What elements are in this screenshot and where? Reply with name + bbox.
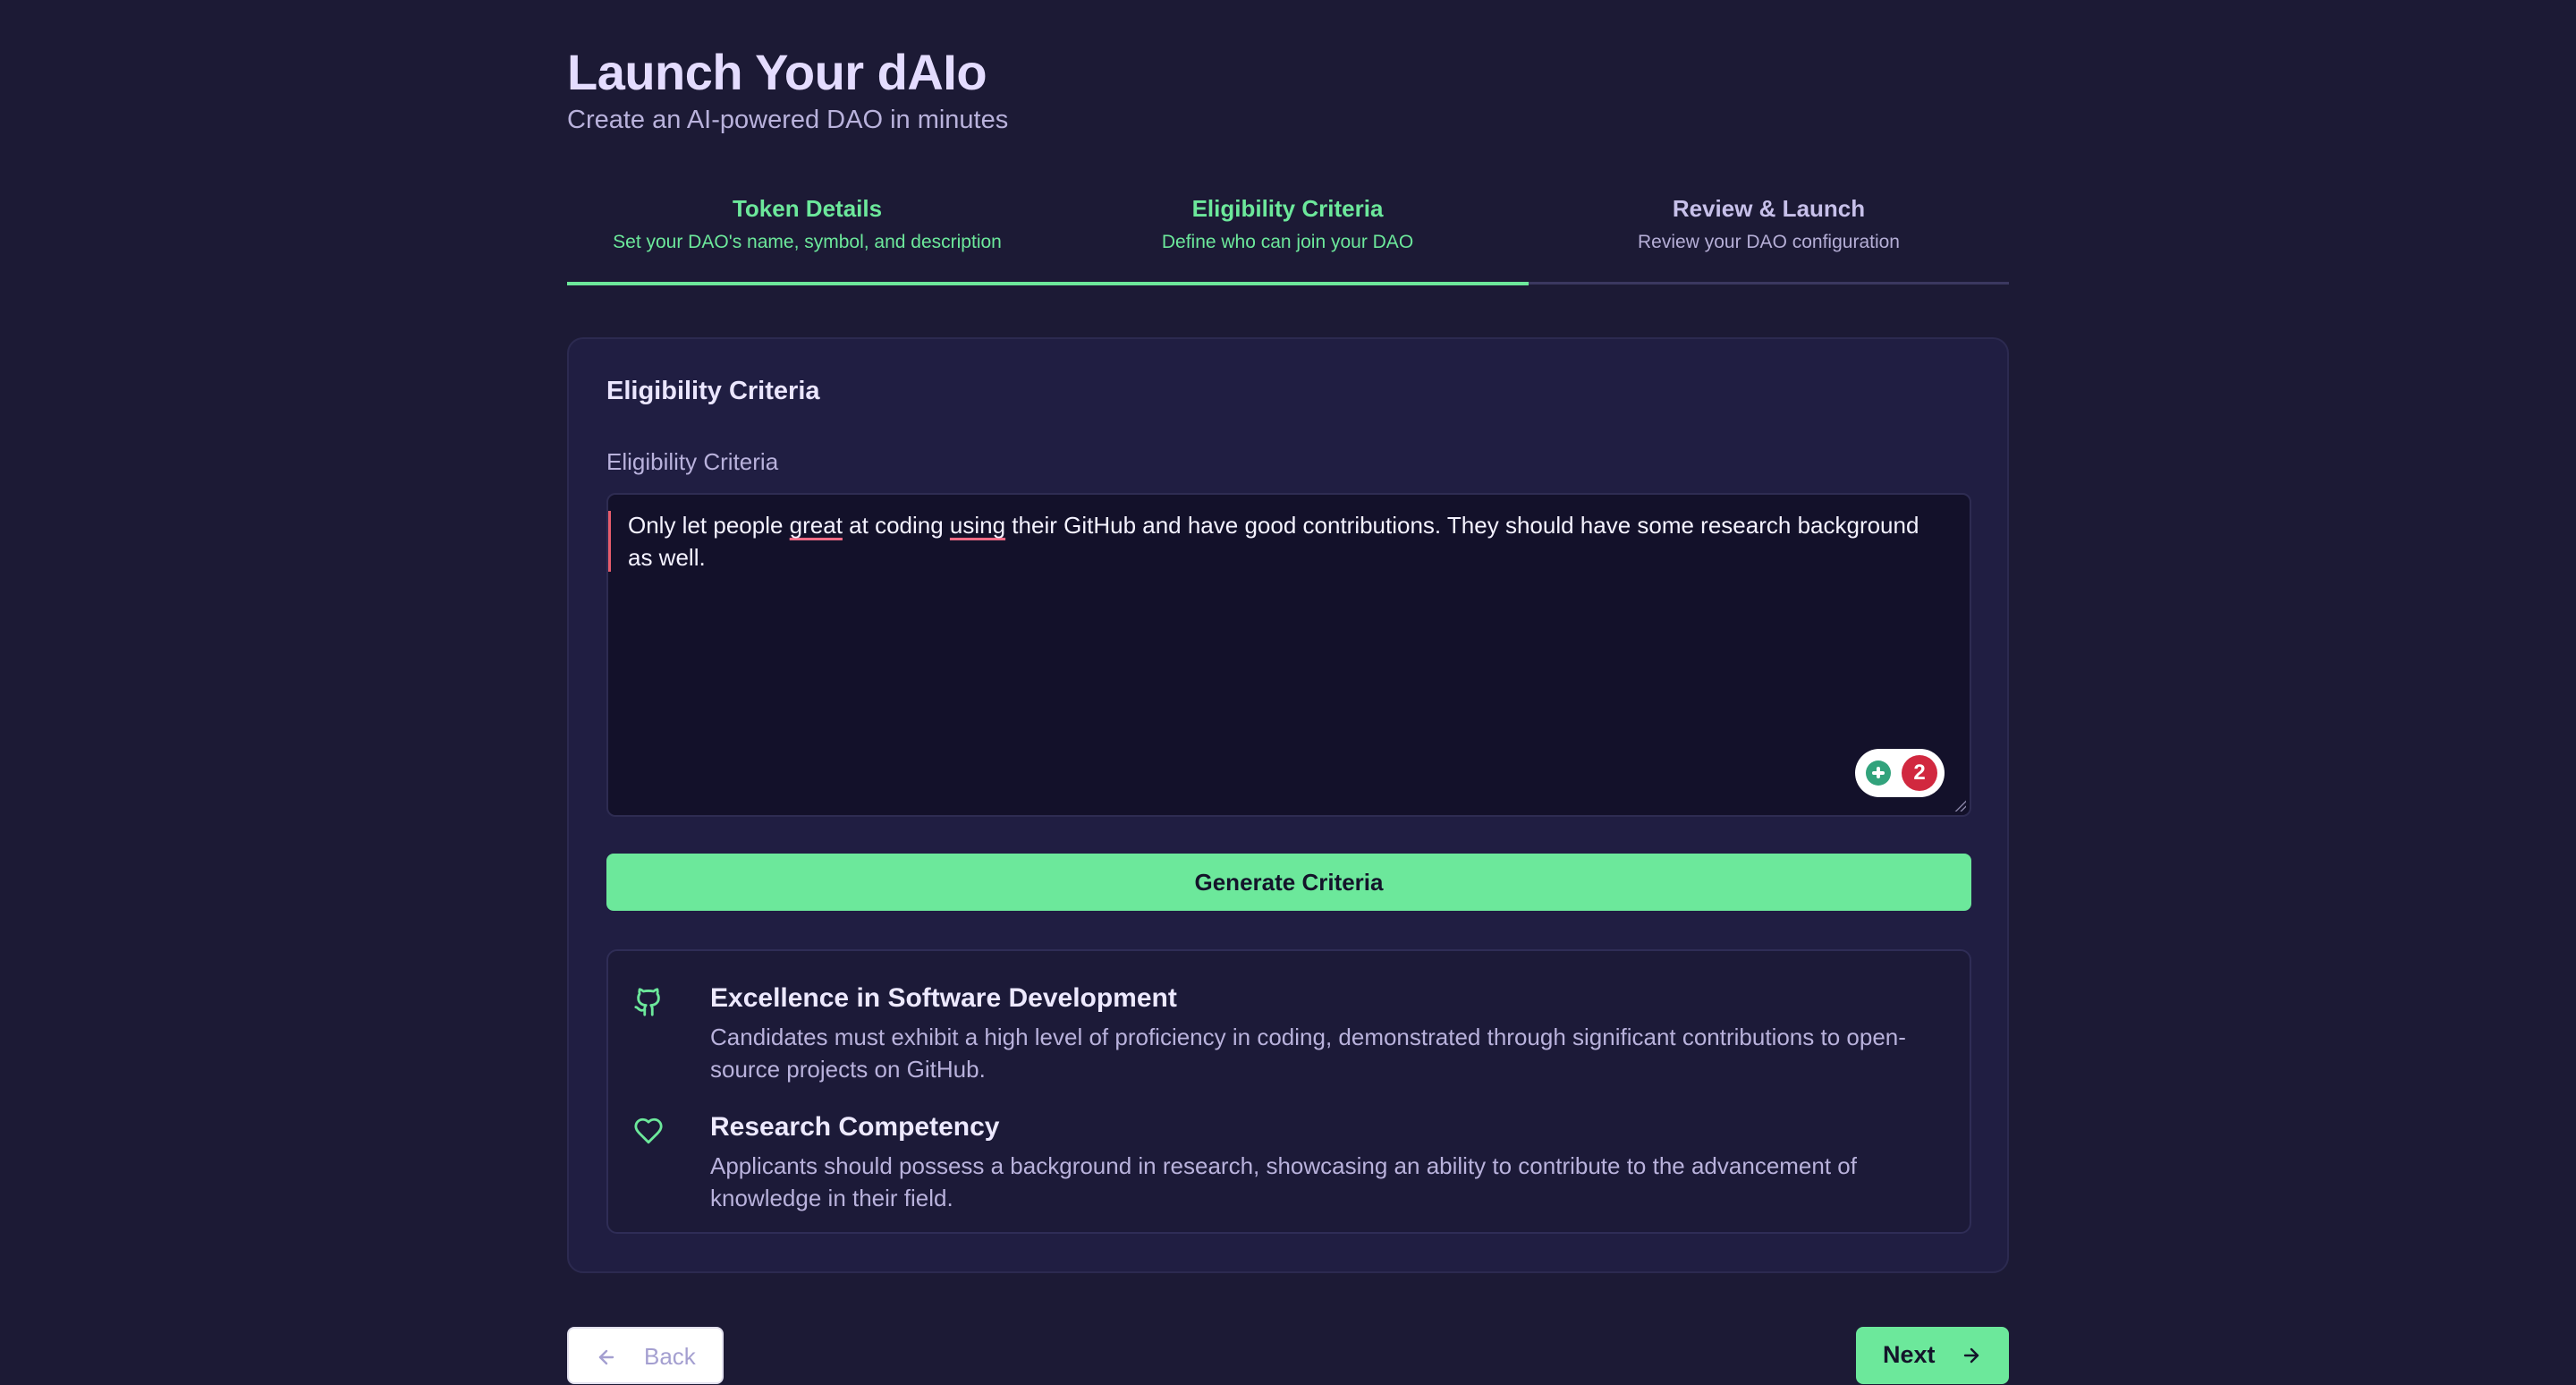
arrow-right-icon	[1963, 1347, 1979, 1364]
eligibility-card: Eligibility Criteria Eligibility Criteri…	[567, 337, 2009, 1273]
grammarly-icon	[1866, 760, 1891, 786]
textarea-content: Only let people great at coding using th…	[628, 512, 1919, 571]
criteria-title: Excellence in Software Development	[710, 983, 1177, 1013]
generate-criteria-button[interactable]: Generate Criteria	[606, 854, 1971, 911]
step-token-details[interactable]: Token Details Set your DAO's name, symbo…	[567, 188, 1047, 286]
back-button[interactable]: Back	[567, 1327, 724, 1384]
back-button-label: Back	[644, 1343, 696, 1370]
stepper: Token Details Set your DAO's name, symbo…	[567, 188, 2009, 286]
page-subtitle: Create an AI-powered DAO in minutes	[567, 106, 1009, 134]
page-title: Launch Your dAIo	[567, 44, 987, 100]
step-title: Review & Launch	[1672, 195, 1866, 222]
focus-indicator	[608, 511, 611, 572]
grammar-checker-badge[interactable]: 2	[1855, 749, 1945, 797]
eligibility-textarea[interactable]: Only let people great at coding using th…	[606, 493, 1971, 817]
card-heading: Eligibility Criteria	[606, 377, 820, 405]
arrow-left-icon	[598, 1349, 614, 1365]
next-button[interactable]: Next	[1856, 1327, 2009, 1384]
github-icon	[634, 988, 660, 1016]
criteria-title: Research Competency	[710, 1112, 1000, 1142]
heart-icon	[634, 1117, 663, 1144]
generated-criteria-list: Excellence in Software Development Candi…	[606, 949, 1971, 1234]
criteria-description: Applicants should possess a background i…	[710, 1152, 1857, 1211]
step-eligibility-criteria[interactable]: Eligibility Criteria Define who can join…	[1047, 188, 1528, 286]
next-button-label: Next	[1883, 1341, 1936, 1368]
criteria-description: Candidates must exhibit a high level of …	[710, 1024, 1906, 1083]
spelling-error[interactable]: great	[790, 512, 843, 539]
eligibility-field-label: Eligibility Criteria	[606, 448, 779, 475]
step-review-launch[interactable]: Review & Launch Review your DAO configur…	[1529, 188, 2009, 286]
spelling-error[interactable]: using	[950, 512, 1005, 539]
step-title: Eligibility Criteria	[1191, 195, 1384, 222]
step-description: Set your DAO's name, symbol, and descrip…	[613, 232, 1002, 252]
step-description: Review your DAO configuration	[1638, 232, 1900, 252]
step-title: Token Details	[732, 195, 883, 222]
resize-handle-icon[interactable]	[1953, 799, 1966, 811]
grammar-issue-count: 2	[1902, 755, 1937, 791]
step-description: Define who can join your DAO	[1161, 232, 1414, 252]
stepper-progress-fill	[567, 282, 1529, 285]
